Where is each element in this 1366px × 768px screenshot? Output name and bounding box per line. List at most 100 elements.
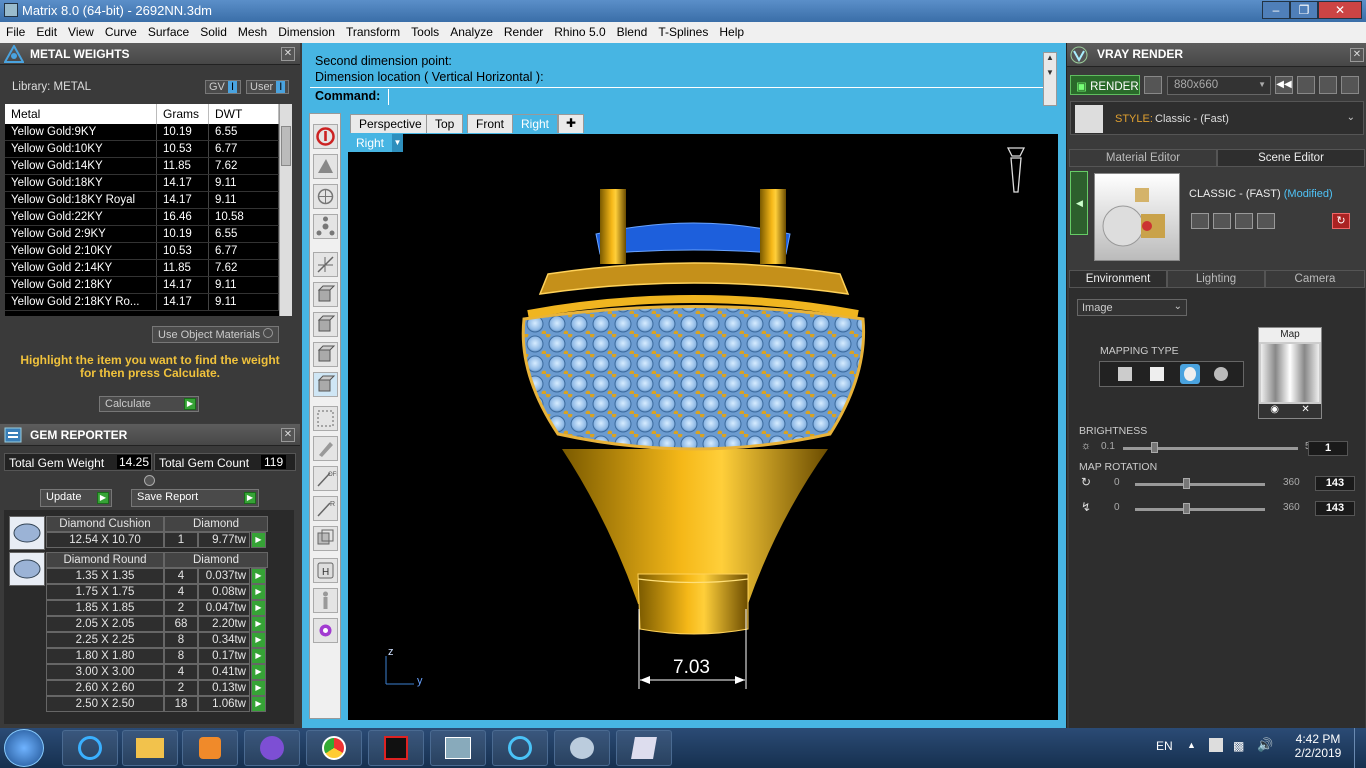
column-metal[interactable]: Metal bbox=[5, 104, 157, 124]
cube-tool-2-icon[interactable] bbox=[313, 312, 338, 337]
image-select[interactable]: Image ⌄ bbox=[1077, 299, 1187, 316]
scene-copy-icon[interactable] bbox=[1213, 213, 1231, 229]
table-row[interactable]: Yellow Gold:18KY Royal 14.17 9.11 bbox=[5, 192, 279, 209]
gem-select-button[interactable]: ▶ bbox=[251, 584, 266, 600]
gem-select-button[interactable]: ▶ bbox=[251, 680, 266, 696]
mapping-sphere-icon[interactable] bbox=[1180, 364, 1200, 384]
nodes-tool-icon[interactable] bbox=[313, 214, 338, 239]
frame-buffer-icon[interactable] bbox=[1297, 76, 1315, 94]
user-toggle[interactable]: User I bbox=[246, 80, 290, 94]
table-row[interactable]: Yellow Gold:10KY 10.53 6.77 bbox=[5, 141, 279, 158]
scene-import-icon[interactable] bbox=[1257, 213, 1275, 229]
gem-select-button[interactable]: ▶ bbox=[251, 616, 266, 632]
menu-rhino[interactable]: Rhino 5.0 bbox=[548, 22, 610, 39]
taskbar-viber-icon[interactable] bbox=[244, 730, 300, 766]
save-report-button[interactable]: Save Report ▶ bbox=[131, 489, 259, 507]
start-button[interactable] bbox=[4, 729, 44, 767]
metal-table[interactable]: Metal Grams DWT Yellow Gold:9KY 10.19 6.55… bbox=[5, 104, 279, 316]
table-row[interactable]: Yellow Gold:9KY 10.19 6.55 bbox=[5, 124, 279, 141]
snap-r-tool-icon[interactable]: R bbox=[313, 496, 338, 521]
figure-tool-icon[interactable] bbox=[313, 588, 338, 613]
brush-tool-icon[interactable] bbox=[313, 436, 338, 461]
table-row[interactable]: Yellow Gold 2:10KY 10.53 6.77 bbox=[5, 243, 279, 260]
mapping-dome-icon[interactable] bbox=[1214, 367, 1228, 381]
tray-flag-icon[interactable] bbox=[1209, 738, 1223, 752]
tab-camera[interactable]: Camera bbox=[1265, 270, 1365, 288]
tray-network-icon[interactable]: ▩ bbox=[1233, 739, 1244, 753]
mapping-plane-icon[interactable] bbox=[1118, 367, 1132, 381]
menu-solid[interactable]: Solid bbox=[194, 22, 232, 39]
rot2-track[interactable] bbox=[1135, 508, 1265, 511]
rot1-knob[interactable] bbox=[1183, 478, 1190, 489]
menu-curve[interactable]: Curve bbox=[99, 22, 142, 39]
brightness-track[interactable] bbox=[1123, 447, 1298, 450]
cube-tool-4-icon[interactable] bbox=[313, 372, 338, 397]
rot2-value[interactable]: 143 bbox=[1315, 501, 1355, 516]
globe-tool-icon[interactable] bbox=[313, 184, 338, 209]
snap-off-tool-icon[interactable]: OFF bbox=[313, 466, 340, 491]
cursor-tool-icon[interactable] bbox=[313, 154, 338, 179]
tab-front[interactable]: Front bbox=[467, 114, 514, 133]
gem-select-button[interactable]: ▶ bbox=[251, 664, 266, 680]
menu-file[interactable]: File bbox=[0, 22, 30, 39]
metal-weights-close-icon[interactable]: ✕ bbox=[281, 47, 295, 61]
menu-mesh[interactable]: Mesh bbox=[232, 22, 272, 39]
table-row[interactable]: Yellow Gold 2:18KY Ro... 14.17 9.11 bbox=[5, 294, 279, 311]
gem-select-button[interactable]: ▶ bbox=[251, 648, 266, 664]
metal-table-scrollbar[interactable] bbox=[279, 104, 292, 316]
show-desktop-button[interactable] bbox=[1354, 728, 1366, 768]
taskbar-media-icon[interactable] bbox=[182, 730, 238, 766]
style-select[interactable]: STYLE: Classic - (Fast) ⌄ bbox=[1070, 101, 1364, 135]
taskbar-garena-icon[interactable] bbox=[368, 730, 424, 766]
menu-blend[interactable]: Blend bbox=[611, 22, 653, 39]
taskbar-chrome-icon[interactable] bbox=[306, 730, 362, 766]
grid-view-icon[interactable] bbox=[1341, 76, 1359, 94]
splitter-handle[interactable] bbox=[144, 475, 155, 486]
axis-tool-icon[interactable] bbox=[313, 252, 338, 277]
taskbar-app-icon[interactable] bbox=[616, 730, 672, 766]
menu-edit[interactable]: Edit bbox=[30, 22, 62, 39]
scene-collapse-handle[interactable]: ◀ bbox=[1070, 171, 1088, 235]
gear-tool-icon[interactable] bbox=[313, 618, 338, 643]
tab-material-editor[interactable]: Material Editor bbox=[1069, 149, 1217, 167]
vray-close-icon[interactable]: ✕ bbox=[1350, 48, 1364, 62]
gem-reporter-close-icon[interactable]: ✕ bbox=[281, 428, 295, 442]
scene-refresh-icon[interactable]: ↻ bbox=[1332, 213, 1350, 229]
cube-tool-3-icon[interactable] bbox=[313, 342, 338, 367]
list-view-icon[interactable] bbox=[1319, 76, 1337, 94]
maximize-button[interactable]: ❐ bbox=[1290, 1, 1318, 19]
gv-toggle[interactable]: GV I bbox=[205, 80, 242, 94]
taskbar-matrix-icon[interactable] bbox=[492, 730, 548, 766]
close-button[interactable]: ✕ bbox=[1318, 1, 1362, 19]
taskbar-ie-icon[interactable] bbox=[62, 730, 118, 766]
rot1-value[interactable]: 143 bbox=[1315, 476, 1355, 491]
minimize-button[interactable]: – bbox=[1262, 1, 1290, 19]
tab-lighting[interactable]: Lighting bbox=[1167, 270, 1265, 288]
command-scrollbar[interactable]: ▲ ▼ bbox=[1043, 52, 1057, 106]
map-color-icon[interactable]: ◉ bbox=[1270, 404, 1279, 418]
rot1-track[interactable] bbox=[1135, 483, 1265, 486]
tray-volume-icon[interactable]: 🔊 bbox=[1257, 737, 1273, 753]
gem-select-button[interactable]: ▶ bbox=[251, 696, 266, 712]
stop-tool-icon[interactable] bbox=[313, 124, 338, 149]
gem-select-button[interactable]: ▶ bbox=[251, 568, 266, 584]
map-preview[interactable]: Map ◉ ✕ bbox=[1258, 327, 1322, 419]
taskbar-paint-icon[interactable] bbox=[554, 730, 610, 766]
grid-tool-icon[interactable] bbox=[313, 406, 338, 431]
menu-render[interactable]: Render bbox=[498, 22, 548, 39]
scene-save-icon[interactable] bbox=[1191, 213, 1209, 229]
viewport[interactable]: Right ▼ 7.03 z y bbox=[348, 134, 1058, 720]
menu-analyze[interactable]: Analyze bbox=[444, 22, 498, 39]
resolution-select[interactable]: 880x660 ▼ bbox=[1167, 76, 1271, 95]
map-remove-icon[interactable]: ✕ bbox=[1301, 404, 1309, 418]
menu-tools[interactable]: Tools bbox=[405, 22, 444, 39]
menu-help[interactable]: Help bbox=[713, 22, 749, 39]
menu-dimension[interactable]: Dimension bbox=[272, 22, 340, 39]
update-button[interactable]: Update ▶ bbox=[40, 489, 112, 507]
tab-right[interactable]: Right bbox=[512, 114, 559, 133]
menu-view[interactable]: View bbox=[62, 22, 99, 39]
clock[interactable]: 4:42 PM 2/2/2019 bbox=[1290, 732, 1346, 760]
column-grams[interactable]: Grams bbox=[157, 104, 209, 124]
tab-top[interactable]: Top bbox=[426, 114, 464, 133]
scene-export-icon[interactable] bbox=[1235, 213, 1253, 229]
